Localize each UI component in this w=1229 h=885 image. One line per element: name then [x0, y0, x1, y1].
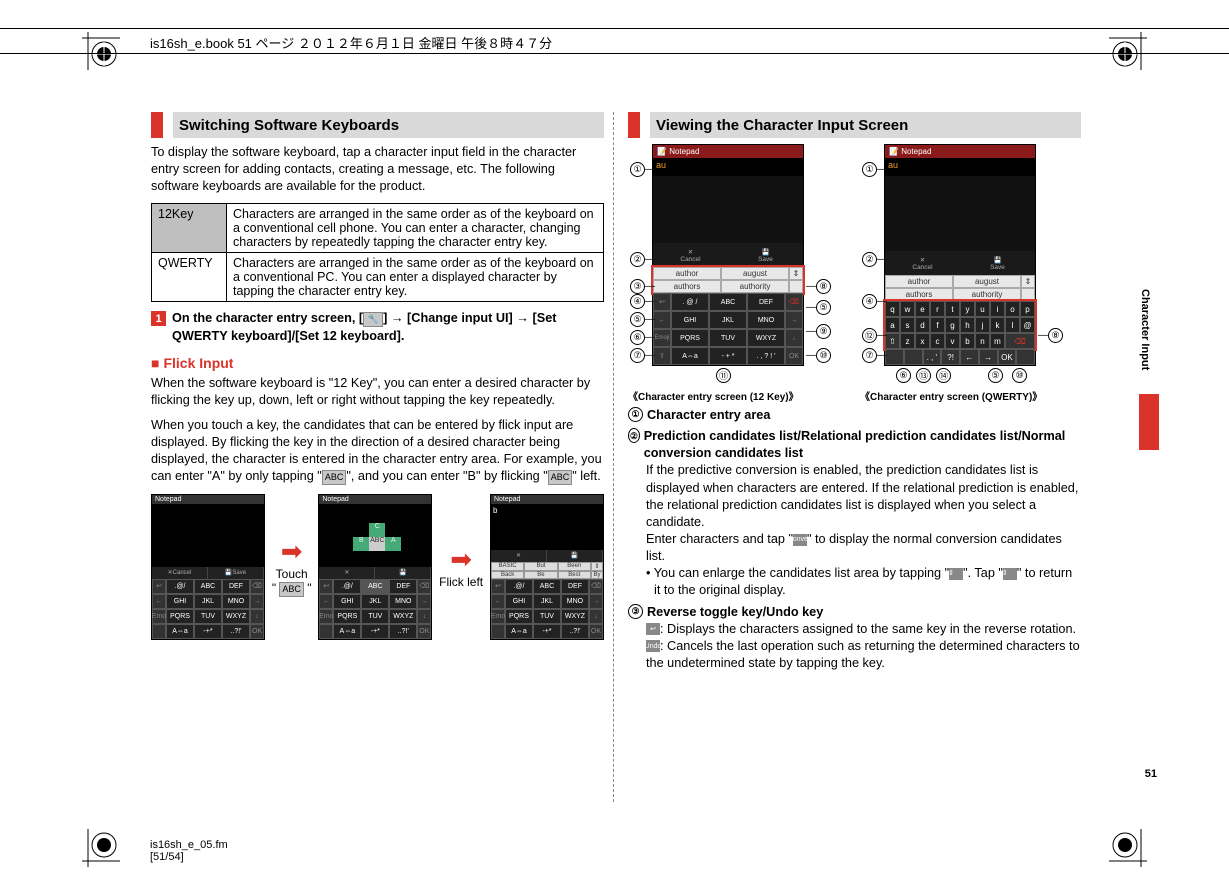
reverse-icon: ↩	[646, 623, 660, 635]
mini-screen-1: Notepad ✕Cancel💾Save ↩.@/ABCDEF⌫ ←GHIJKL…	[151, 494, 265, 640]
expand-icon: ⇕	[949, 568, 963, 580]
intro-paragraph: To display the software keyboard, tap a …	[151, 144, 604, 195]
red-accent-bar	[151, 112, 163, 138]
desc-item-1: ①Character entry area	[628, 407, 1081, 424]
table-cell-desc: Characters are arranged in the same orde…	[227, 204, 604, 253]
caption-qwerty: 《Character entry screen (QWERTY)》	[860, 388, 1066, 403]
abc-key-icon: ABC	[548, 470, 573, 485]
flick-paragraph-2: When you touch a key, the candidates tha…	[151, 417, 604, 486]
mini-screen-3: Notepad b ✕💾 BASICButBeen⇕ BackBeBestBy …	[490, 494, 604, 640]
top-filename-text: is16sh_e.book 51 ページ ２０１２年６月１日 金曜日 午後８時４…	[150, 33, 552, 52]
footer-line2: [51/54]	[150, 851, 228, 863]
side-tab-red-block	[1139, 394, 1159, 450]
flick-arrow-block: ➡ Flick left	[439, 544, 483, 589]
footer-line1: is16sh_e_05.fm	[150, 839, 228, 851]
section-title: Viewing the Character Input Screen	[656, 117, 908, 134]
table-cell-name: QWERTY	[152, 253, 227, 302]
subheading-flick: ■ Flick Input	[151, 355, 604, 371]
arrow-right-icon: ➡	[439, 544, 483, 575]
desc-item-2: ②Prediction candidates list/Relational p…	[628, 428, 1081, 599]
table-row: QWERTY Characters are arranged in the sa…	[152, 253, 604, 302]
section-header-switching: Switching Software Keyboards	[151, 112, 604, 138]
red-square-icon: ■	[151, 355, 159, 371]
annotated-screens-row: 📝 Notepad au ✕Cancel💾Save authoraugust⇕ …	[628, 144, 1081, 403]
step-text: On the character entry screen, [🔧] → [Ch…	[172, 310, 604, 344]
convert-icon: Convert	[793, 534, 807, 546]
side-tab-label: Character Input	[1139, 270, 1151, 390]
top-rule: is16sh_e.book 51 ページ ２０１２年６月１日 金曜日 午後８時４…	[0, 28, 1229, 54]
section-title: Switching Software Keyboards	[179, 117, 399, 134]
red-accent-bar	[628, 112, 640, 138]
side-tab: Character Input	[1139, 270, 1159, 510]
flick-illustration-row: Notepad ✕Cancel💾Save ↩.@/ABCDEF⌫ ←GHIJKL…	[151, 494, 604, 640]
step-1: 1 On the character entry screen, [🔧] → […	[151, 310, 604, 344]
crop-mark-bottom-left	[82, 829, 120, 867]
screenshot-12key: 📝 Notepad au ✕Cancel💾Save authoraugust⇕ …	[628, 144, 834, 403]
subheading-text: Flick Input	[163, 355, 233, 371]
page-number: 51	[1145, 768, 1157, 780]
touch-arrow-block: ➡ Touch" ABC "	[272, 536, 312, 596]
abc-key-icon: ABC	[279, 582, 304, 597]
collapse-icon: ⇕	[1003, 568, 1017, 580]
undo-icon: Undo	[646, 640, 660, 652]
section-header-viewing: Viewing the Character Input Screen	[628, 112, 1081, 138]
crop-mark-bottom-right	[1109, 829, 1147, 867]
settings-icon: 🔧	[363, 312, 383, 327]
right-column: Viewing the Character Input Screen 📝 Not…	[616, 112, 1081, 676]
step-number-badge: 1	[151, 311, 166, 326]
table-row: 12Key Characters are arranged in the sam…	[152, 204, 604, 253]
mini-screen-2: Notepad C BABCA ✕💾 ↩.@/ABCDEF⌫ ←GHIJKLMN…	[318, 494, 432, 640]
arrow-right-icon: ➡	[272, 536, 312, 567]
footer: is16sh_e_05.fm [51/54]	[150, 839, 228, 863]
table-cell-name: 12Key	[152, 204, 227, 253]
table-cell-desc: Characters are arranged in the same orde…	[227, 253, 604, 302]
screenshot-qwerty: 📝 Notepad au ✕Cancel💾Save authoraugust⇕ …	[860, 144, 1066, 403]
keyboard-types-table: 12Key Characters are arranged in the sam…	[151, 203, 604, 302]
caption-12key: 《Character entry screen (12 Key)》	[628, 388, 834, 403]
left-column: Switching Software Keyboards To display …	[151, 112, 616, 676]
description-list: ①Character entry area ②Prediction candid…	[628, 407, 1081, 672]
abc-key-icon: ABC	[322, 470, 347, 485]
desc-item-3: ③Reverse toggle key/Undo key ↩: Displays…	[628, 604, 1081, 673]
flick-paragraph-1: When the software keyboard is "12 Key", …	[151, 375, 604, 409]
